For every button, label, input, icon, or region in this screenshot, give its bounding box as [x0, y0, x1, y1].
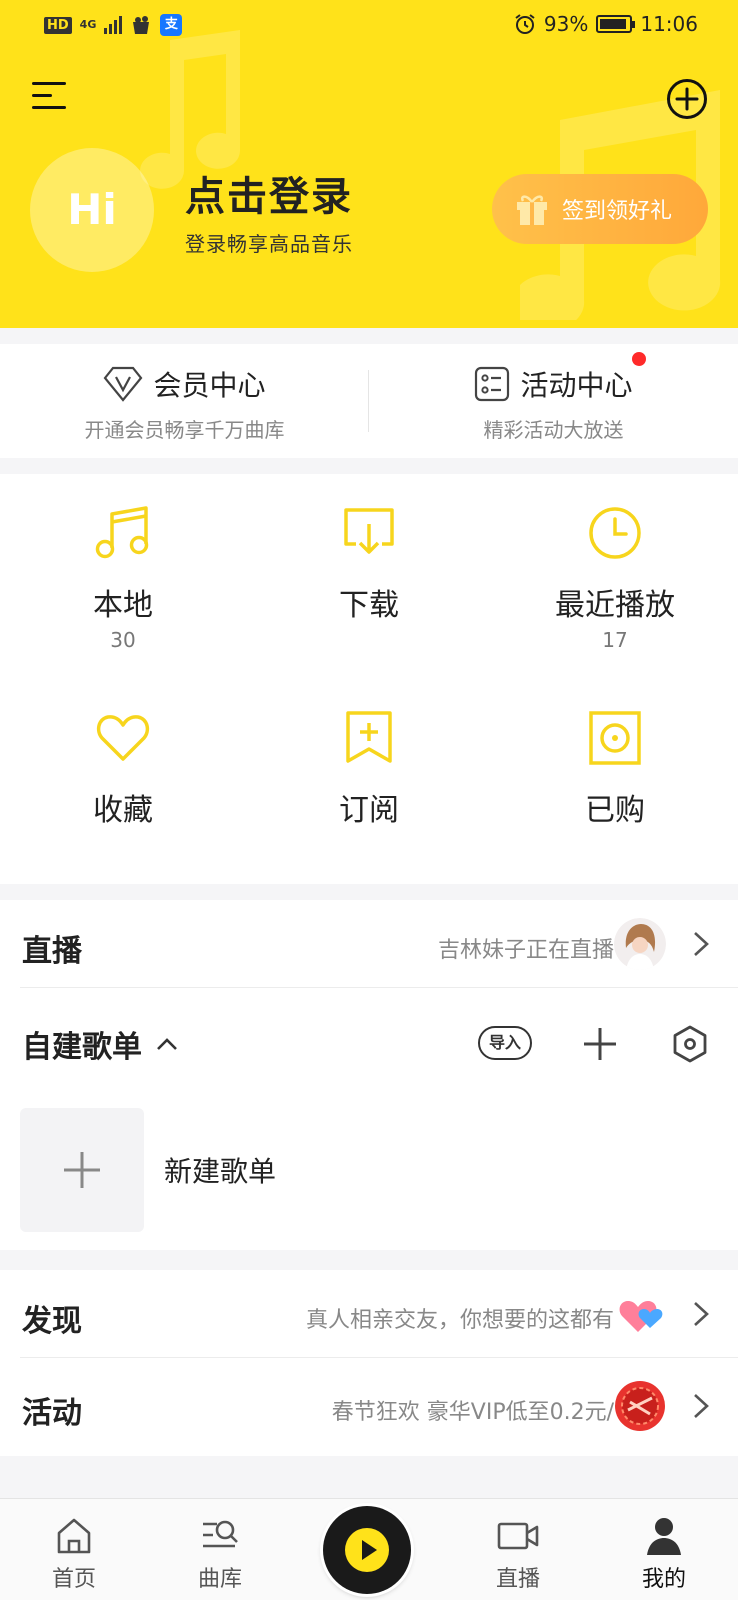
vip-center-title: 会员中心	[153, 369, 266, 402]
activity-center-entry[interactable]: 活动中心 精彩活动大放送	[369, 344, 738, 458]
new-playlist-label[interactable]: 新建歌单	[164, 1150, 276, 1190]
grid-count: 30	[110, 628, 136, 652]
play-icon	[345, 1528, 389, 1572]
battery-icon	[596, 15, 636, 33]
live-desc: 吉林妹子正在直播	[437, 938, 614, 963]
feature-grid: 本地 30 下载 最近播放 17 收藏 订阅 已购	[0, 474, 738, 884]
grid-count: 17	[602, 628, 628, 652]
battery-percent: 93%	[543, 12, 589, 36]
gift-icon	[517, 195, 547, 225]
clock-icon	[589, 507, 641, 559]
import-button[interactable]: 导入	[478, 1026, 532, 1060]
nav-library[interactable]: 曲库	[170, 1515, 270, 1593]
login-title[interactable]: 点击登录	[185, 164, 353, 222]
nav-mine[interactable]: 我的	[614, 1515, 714, 1593]
player-button[interactable]	[323, 1506, 411, 1594]
hd-indicator: HD	[44, 16, 72, 34]
new-playlist-tile[interactable]	[20, 1108, 144, 1232]
chevron-up-icon[interactable]	[156, 1037, 178, 1051]
nav-label: 我的	[641, 1567, 686, 1592]
nav-label: 首页	[51, 1567, 96, 1592]
divider	[20, 987, 738, 988]
nav-live[interactable]: 直播	[468, 1515, 568, 1593]
nav-label: 直播	[495, 1567, 540, 1592]
menu-icon[interactable]	[32, 82, 66, 112]
promo-badge-icon	[615, 1381, 665, 1431]
divider	[20, 1357, 738, 1358]
chevron-right-icon	[694, 932, 709, 956]
network-type: 4G	[79, 18, 97, 31]
grid-item-local[interactable]: 本地 30	[0, 474, 246, 674]
download-icon	[344, 508, 394, 554]
live-row[interactable]: 直播 吉林妹子正在直播	[0, 900, 738, 988]
activity-row[interactable]: 活动 春节狂欢 豪华VIP低至0.2元/	[0, 1362, 738, 1450]
discover-row[interactable]: 发现 真人相亲交友，你想要的这都有	[0, 1270, 738, 1358]
vip-center-subtitle: 开通会员畅享千万曲库	[84, 418, 285, 442]
avatar[interactable]: Hi	[30, 148, 154, 272]
heart-icon	[96, 715, 150, 761]
grid-label: 最近播放	[555, 588, 675, 623]
notification-badge	[632, 352, 646, 366]
user-icon	[647, 1518, 681, 1555]
activity-desc: 春节狂欢 豪华VIP低至0.2元/	[331, 1400, 614, 1425]
activity-title: 活动	[22, 1396, 82, 1431]
video-camera-icon	[497, 1522, 539, 1550]
chevron-right-icon	[694, 1394, 709, 1418]
add-playlist-icon[interactable]	[582, 1026, 618, 1062]
live-host-avatar	[614, 918, 666, 970]
alarm-icon	[515, 14, 535, 34]
live-title: 直播	[22, 934, 82, 969]
chevron-right-icon	[694, 1302, 709, 1326]
playlist-title: 自建歌单	[22, 1030, 142, 1065]
music-note-icon	[95, 506, 149, 559]
clock-time: 11:06	[640, 12, 698, 36]
bookmark-plus-icon	[346, 711, 392, 763]
member-activity-card: 会员中心 开通会员畅享千万曲库 活动中心 精彩活动大放送	[0, 344, 738, 458]
plus-icon	[64, 1152, 100, 1188]
playlist-header[interactable]: 自建歌单	[22, 1022, 178, 1066]
nav-home[interactable]: 首页	[24, 1515, 124, 1593]
add-circle-icon[interactable]	[666, 78, 708, 120]
alipay-notification-icon: 支	[160, 14, 183, 36]
grid-item-favorites[interactable]: 收藏	[0, 679, 246, 879]
grid-item-purchased[interactable]: 已购	[492, 679, 738, 879]
hearts-icon	[619, 1301, 663, 1332]
disc-box-icon	[589, 711, 641, 765]
discover-title: 发现	[22, 1304, 82, 1339]
checkin-button[interactable]: 签到领好礼	[492, 174, 708, 244]
grid-label: 已购	[585, 793, 645, 828]
signal-icon	[104, 16, 123, 34]
list-card-icon	[475, 366, 510, 402]
grid-item-download[interactable]: 下载	[246, 474, 492, 674]
grid-label: 订阅	[339, 793, 399, 828]
checkin-label: 签到领好礼	[562, 199, 673, 224]
vip-diamond-icon	[104, 366, 143, 402]
profile-header: HD 4G 支 93% 11:06 Hi 点击登录 登录畅享高品音乐 签到领好礼	[0, 0, 738, 328]
grid-label: 收藏	[93, 793, 153, 828]
activity-center-title: 活动中心	[520, 369, 633, 402]
grid-label: 本地	[93, 588, 153, 623]
vip-center-entry[interactable]: 会员中心 开通会员畅享千万曲库	[0, 344, 369, 458]
status-bar: HD 4G 支 93% 11:06	[0, 0, 738, 52]
activity-center-subtitle: 精彩活动大放送	[483, 418, 624, 442]
library-search-icon	[203, 1520, 238, 1548]
grid-item-recent[interactable]: 最近播放 17	[492, 474, 738, 674]
discover-desc: 真人相亲交友，你想要的这都有	[305, 1308, 614, 1333]
discover-activity-section: 发现 真人相亲交友，你想要的这都有 活动 春节狂欢 豪华VIP低至0.2元/	[0, 1270, 738, 1456]
settings-hexagon-icon[interactable]	[672, 1024, 708, 1064]
login-subtitle: 登录畅享高品音乐	[185, 232, 353, 256]
app-notification-icon	[133, 16, 150, 34]
grid-label: 下载	[339, 588, 399, 623]
grid-item-subscribe[interactable]: 订阅	[246, 679, 492, 879]
home-icon	[57, 1518, 91, 1554]
nav-label: 曲库	[197, 1567, 242, 1592]
